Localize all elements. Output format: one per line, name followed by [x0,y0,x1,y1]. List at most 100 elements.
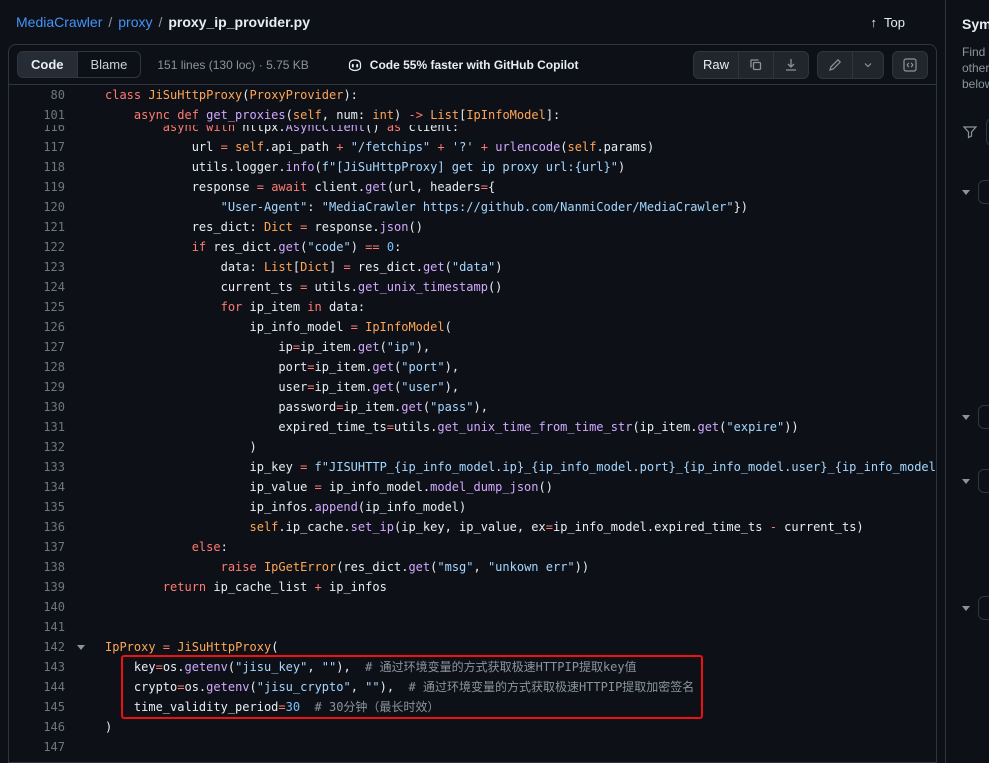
line-number[interactable]: 124 [9,277,65,297]
symbols-filter-row [962,118,989,146]
symbol-section [962,596,989,620]
line-number[interactable]: 126 [9,317,65,337]
code-text: for ip_item in data: [65,297,936,317]
back-to-top-button[interactable]: ↑ Top [861,10,915,35]
code-line-136: 136 self.ip_cache.set_ip(ip_key, ip_valu… [9,517,936,537]
chevron-down-icon[interactable] [962,606,970,611]
raw-button[interactable]: Raw [694,52,738,78]
code-text: else: [65,537,936,557]
line-number[interactable]: 138 [9,557,65,577]
code-line-140: 140 [9,597,936,617]
line-number[interactable]: 143 [9,657,65,677]
symbols-panel-icon [902,57,918,73]
code-line-132: 132 ) [9,437,936,457]
symbol-item[interactable] [978,469,989,493]
code-text: ip_info_model = IpInfoModel( [65,317,936,337]
code-text: password=ip_item.get("pass"), [65,397,936,417]
chevron-down-icon[interactable] [962,479,970,484]
code-text: async def get_proxies(self, num: int) ->… [65,105,936,125]
toolbar-actions: Raw [693,51,928,79]
code-line-121: 121 res_dict: Dict = response.json() [9,217,936,237]
code-text: class JiSuHttpProxy(ProxyProvider): [65,85,936,105]
code-line-145: 145 time_validity_period=30 # 30分钟（最长时效） [9,697,936,717]
code-text: self.ip_cache.set_ip(ip_key, ip_value, e… [65,517,936,537]
code-text: ) [65,717,936,737]
line-number[interactable]: 146 [9,717,65,737]
line-number[interactable]: 132 [9,437,65,457]
line-number[interactable]: 118 [9,157,65,177]
line-number[interactable]: 127 [9,337,65,357]
line-number[interactable]: 133 [9,457,65,477]
code-line-144: 144 crypto=os.getenv("jisu_crypto", ""),… [9,677,936,697]
line-number[interactable]: 128 [9,357,65,377]
tab-code[interactable]: Code [18,52,77,77]
line-number[interactable]: 139 [9,577,65,597]
code-line-143: 143 key=os.getenv("jisu_key", ""), # 通过环… [9,657,936,677]
code-text: user=ip_item.get("user"), [65,377,936,397]
code-lines: 116 async with httpx.AsyncClient() as cl… [9,117,936,757]
line-number[interactable]: 136 [9,517,65,537]
line-number[interactable]: 135 [9,497,65,517]
code-line-125: 125 for ip_item in data: [9,297,936,317]
copilot-banner[interactable]: Code 55% faster with GitHub Copilot [347,57,579,73]
symbol-item[interactable] [978,180,989,204]
code-line-119: 119 response = await client.get(url, hea… [9,177,936,197]
line-number[interactable]: 80 [9,85,65,105]
symbol-item[interactable] [978,596,989,620]
raw-actions-group: Raw [693,51,809,79]
code-text [65,597,936,617]
description-line: below [962,76,989,92]
line-number[interactable]: 123 [9,257,65,277]
edit-dropdown-button[interactable] [852,52,883,78]
code-text: crypto=os.getenv("jisu_crypto", ""), # 通… [65,677,936,697]
download-raw-button[interactable] [773,52,808,78]
line-number[interactable]: 131 [9,417,65,437]
line-number[interactable]: 120 [9,197,65,217]
copy-icon [748,57,764,73]
line-number[interactable]: 129 [9,377,65,397]
code-text: port=ip_item.get("port"), [65,357,936,377]
line-number[interactable]: 145 [9,697,65,717]
filter-icon [962,124,978,140]
breadcrumb-folder-link[interactable]: proxy [118,14,152,30]
breadcrumb-repo-link[interactable]: MediaCrawler [16,14,102,30]
breadcrumb-file-name: proxy_ip_provider.py [168,14,310,30]
symbol-section [962,180,989,204]
tab-blame[interactable]: Blame [77,52,141,77]
line-number[interactable]: 134 [9,477,65,497]
line-number[interactable]: 147 [9,737,65,757]
copy-raw-button[interactable] [738,52,773,78]
pencil-icon [827,57,843,73]
edit-group [817,51,884,79]
line-number[interactable]: 144 [9,677,65,697]
code-line-131: 131 expired_time_ts=utils.get_unix_time_… [9,417,936,437]
line-number[interactable]: 142 [9,637,65,657]
download-icon [783,57,799,73]
symbol-item[interactable] [978,405,989,429]
line-number[interactable]: 117 [9,137,65,157]
code-line-101: 101 async def get_proxies(self, num: int… [9,105,936,125]
fold-chevron-icon[interactable] [77,645,85,650]
line-number[interactable]: 119 [9,177,65,197]
file-toolbar: Code Blame 151 lines (130 loc) · 5.75 KB… [9,45,936,85]
line-number[interactable]: 140 [9,597,65,617]
line-number[interactable]: 125 [9,297,65,317]
line-number[interactable]: 141 [9,617,65,637]
line-number[interactable]: 121 [9,217,65,237]
chevron-down-icon[interactable] [962,415,970,420]
line-number[interactable]: 137 [9,537,65,557]
description-line: other symbols in this file by clicking a… [962,60,989,76]
chevron-down-icon[interactable] [962,190,970,195]
edit-button[interactable] [818,52,852,78]
line-number[interactable]: 122 [9,237,65,257]
symbols-panel-button[interactable] [893,52,927,78]
line-number[interactable]: 101 [9,105,65,125]
code-viewport: 116 async with httpx.AsyncClient() as cl… [9,85,936,761]
copilot-banner-text: Code 55% faster with GitHub Copilot [370,58,579,72]
code-line-124: 124 current_ts = utils.get_unix_timestam… [9,277,936,297]
line-number[interactable]: 130 [9,397,65,417]
symbol-section [962,405,989,429]
code-text: key=os.getenv("jisu_key", ""), # 通过环境变量的… [65,657,936,677]
symbols-panel-description: Find definitions and references for func… [962,44,989,92]
copilot-icon [347,57,363,73]
